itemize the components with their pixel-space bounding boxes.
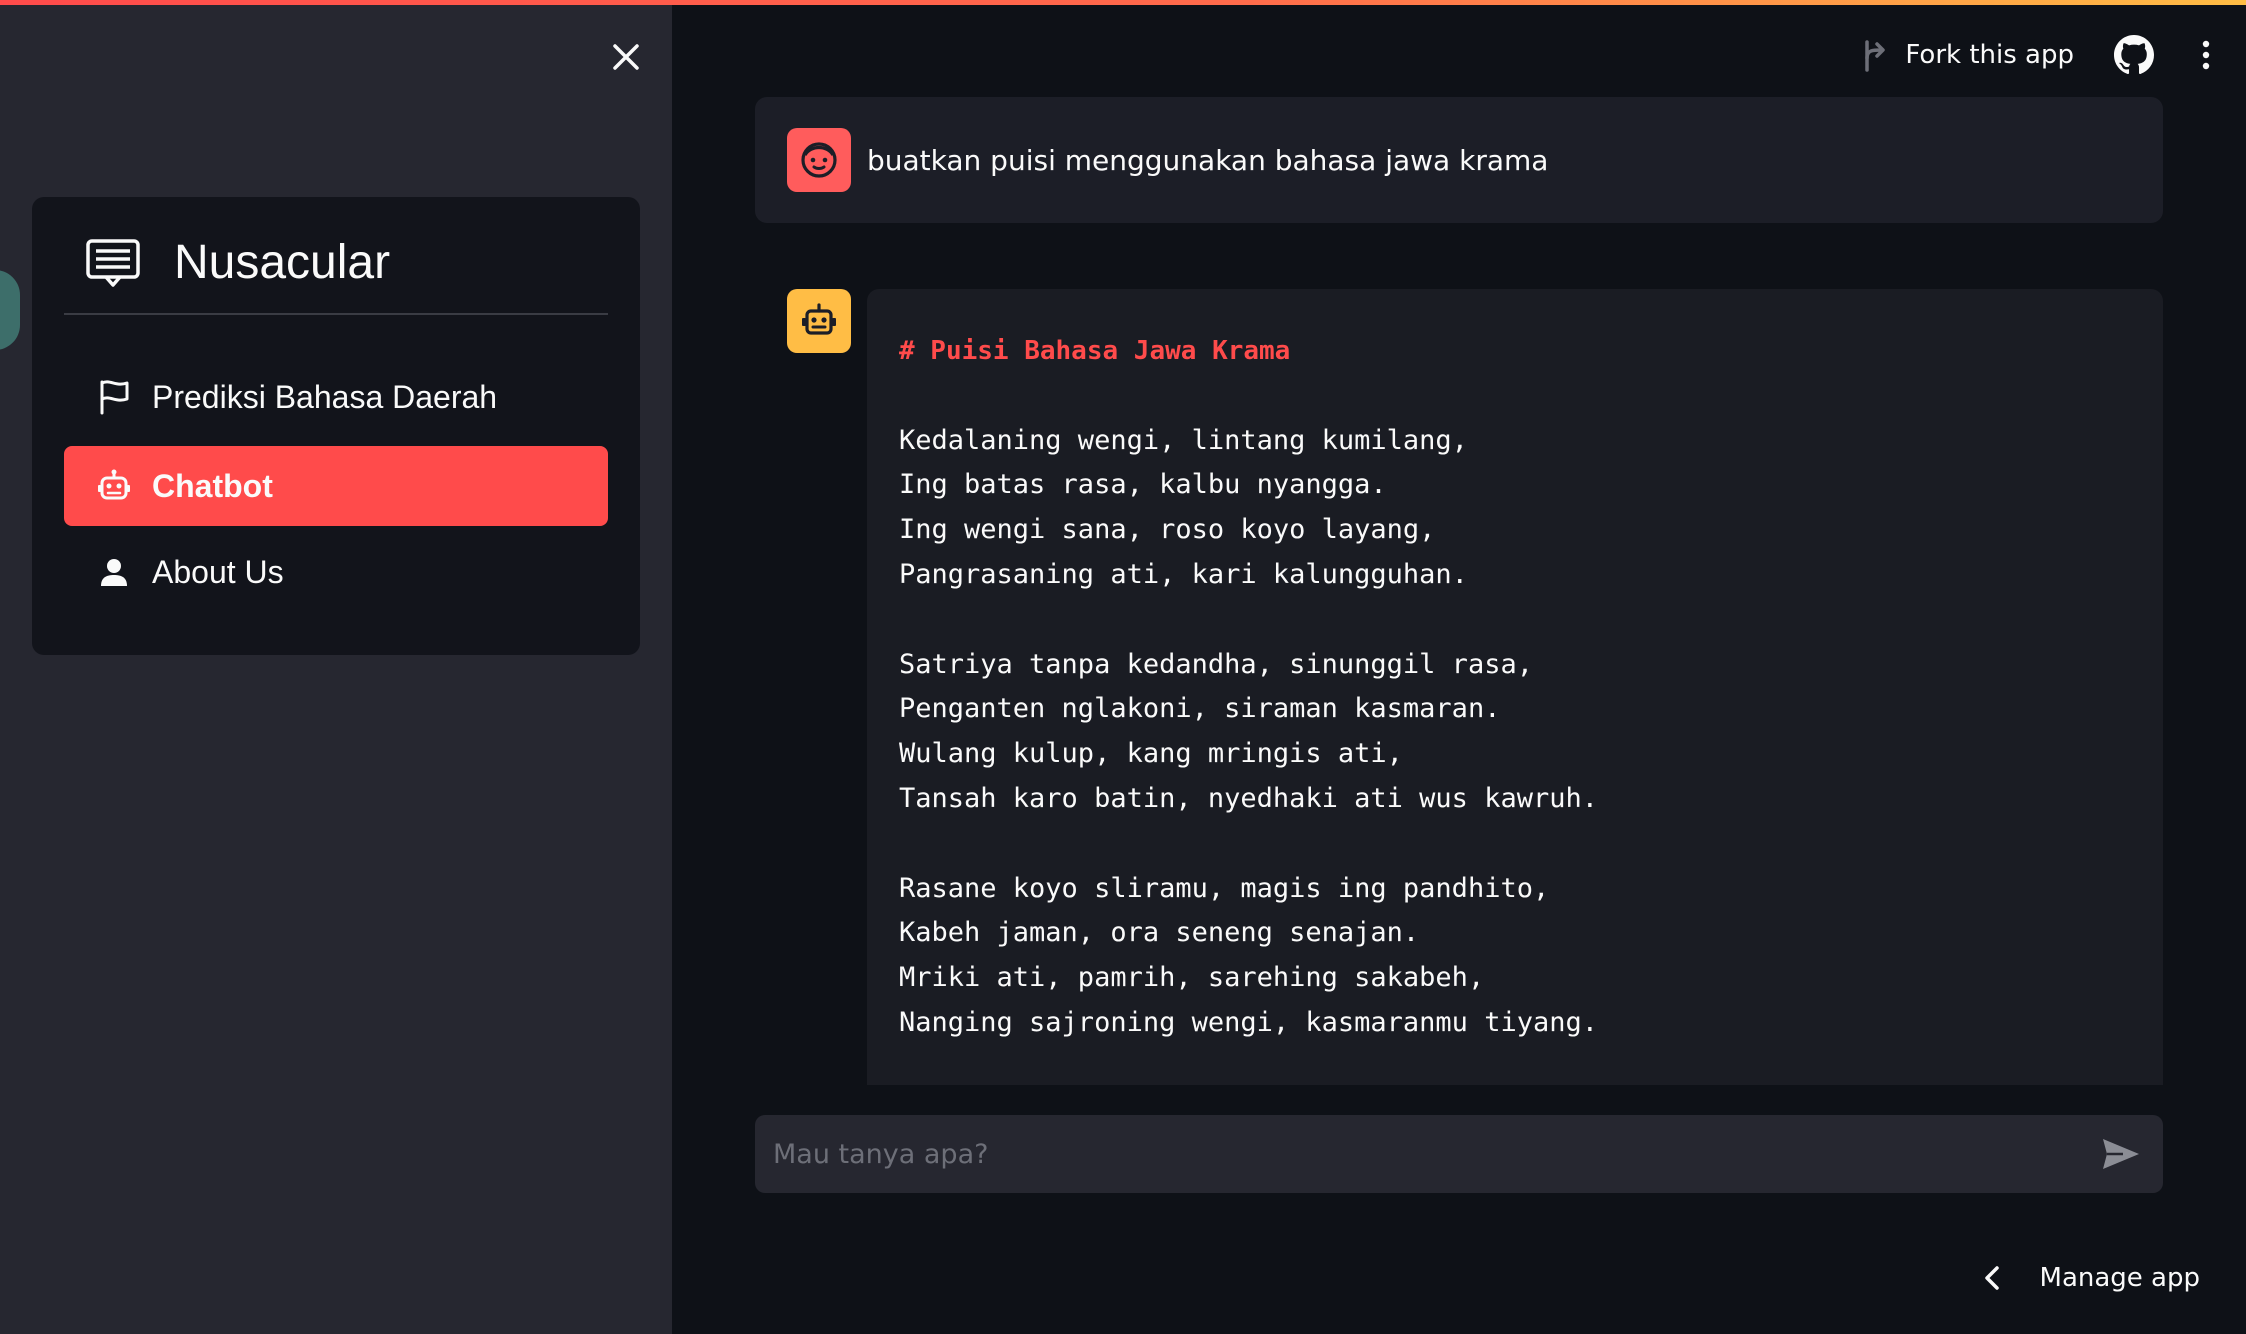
response-title: # Puisi Bahasa Jawa Krama: [899, 336, 1291, 366]
manage-app-button[interactable]: Manage app: [1982, 1261, 2200, 1295]
navigation-menu: Nusacular Prediksi Bahasa Daerah Chatbot…: [32, 197, 640, 655]
poem-line: Ing batas rasa, kalbu nyangga.: [899, 469, 1387, 501]
user-face-icon: [801, 142, 837, 178]
poem-line: Mriki ati, pamrih, sarehing sakabeh,: [899, 962, 1485, 994]
bot-response-code-block: # Puisi Bahasa Jawa Krama Kedalaning wen…: [867, 289, 2163, 1085]
bot-avatar: [787, 289, 851, 353]
sidebar-item-label: About Us: [152, 553, 284, 590]
poem-line: Satriya tanpa kedandha, sinunggil rasa,: [899, 648, 1533, 680]
poem-line: Pangrasaning ati, kari kalungguhan.: [899, 558, 1468, 590]
robot-icon: [96, 468, 132, 504]
poem-stanza: Kedalaning wengi, lintang kumilang, Ing …: [899, 419, 2131, 598]
poem-line: Kabeh jaman, ora seneng senajan.: [899, 917, 1420, 949]
poem-line: Wulang kulup, kang mringis ati,: [899, 738, 1403, 770]
poem-stanza: Rasane koyo sliramu, magis ing pandhito,…: [899, 867, 2131, 1046]
user-avatar: [787, 128, 851, 192]
chat-input[interactable]: [755, 1115, 2097, 1193]
person-icon: [96, 554, 132, 590]
github-icon[interactable]: [2114, 35, 2154, 75]
sidebar-item-label: Prediksi Bahasa Daerah: [152, 378, 498, 415]
kebab-menu-icon: [2202, 40, 2210, 70]
sidebar-item-prediksi-bahasa-daerah[interactable]: Prediksi Bahasa Daerah: [64, 357, 608, 437]
sidebar-item-label: Chatbot: [152, 467, 273, 504]
chat-input-container: [755, 1115, 2163, 1193]
menu-header: Nusacular: [64, 233, 608, 315]
close-sidebar-button[interactable]: [604, 35, 648, 79]
header-toolbar: Fork this app: [1859, 29, 2246, 81]
user-chat-message: buatkan puisi menggunakan bahasa jawa kr…: [755, 97, 2163, 223]
sidebar-item-chatbot[interactable]: Chatbot: [64, 446, 608, 526]
poem-line: Nanging sajroning wengi, kasmaranmu tiya…: [899, 1006, 1598, 1038]
chevron-left-icon: [1982, 1261, 2010, 1295]
more-menu-button[interactable]: [2194, 35, 2218, 75]
sidebar-item-about-us[interactable]: About Us: [64, 532, 608, 612]
manage-app-label: Manage app: [2039, 1263, 2200, 1293]
poem-line: Penganten nglakoni, siraman kasmaran.: [899, 693, 1501, 725]
poem-stanza: Satriya tanpa kedandha, sinunggil rasa, …: [899, 643, 2131, 822]
send-button[interactable]: [2097, 1130, 2145, 1178]
poem-line: Kedalaning wengi, lintang kumilang,: [899, 424, 1468, 456]
sidebar: Nusacular Prediksi Bahasa Daerah Chatbot…: [0, 5, 672, 1334]
flag-icon: [96, 379, 132, 415]
fork-app-button[interactable]: Fork this app: [1859, 38, 2074, 72]
user-message-text: buatkan puisi menggunakan bahasa jawa kr…: [867, 143, 1549, 177]
send-icon: [2103, 1139, 2139, 1169]
poem-line: Tansah karo batin, nyedhaki ati wus kawr…: [899, 782, 1598, 814]
robot-icon: [802, 303, 836, 335]
sidebar-edge-handle: [0, 270, 20, 350]
fork-icon: [1865, 40, 1886, 72]
poem-line: Ing wengi sana, roso koyo layang,: [899, 514, 1436, 546]
fork-label: Fork this app: [1905, 40, 2074, 70]
chat-list-icon: [86, 239, 140, 287]
close-icon: [613, 44, 639, 70]
poem-line: Rasane koyo sliramu, magis ing pandhito,: [899, 872, 1550, 904]
app-title: Nusacular: [174, 236, 391, 289]
main-content: Fork this app buatkan puisi menggunakan …: [672, 5, 2246, 1334]
